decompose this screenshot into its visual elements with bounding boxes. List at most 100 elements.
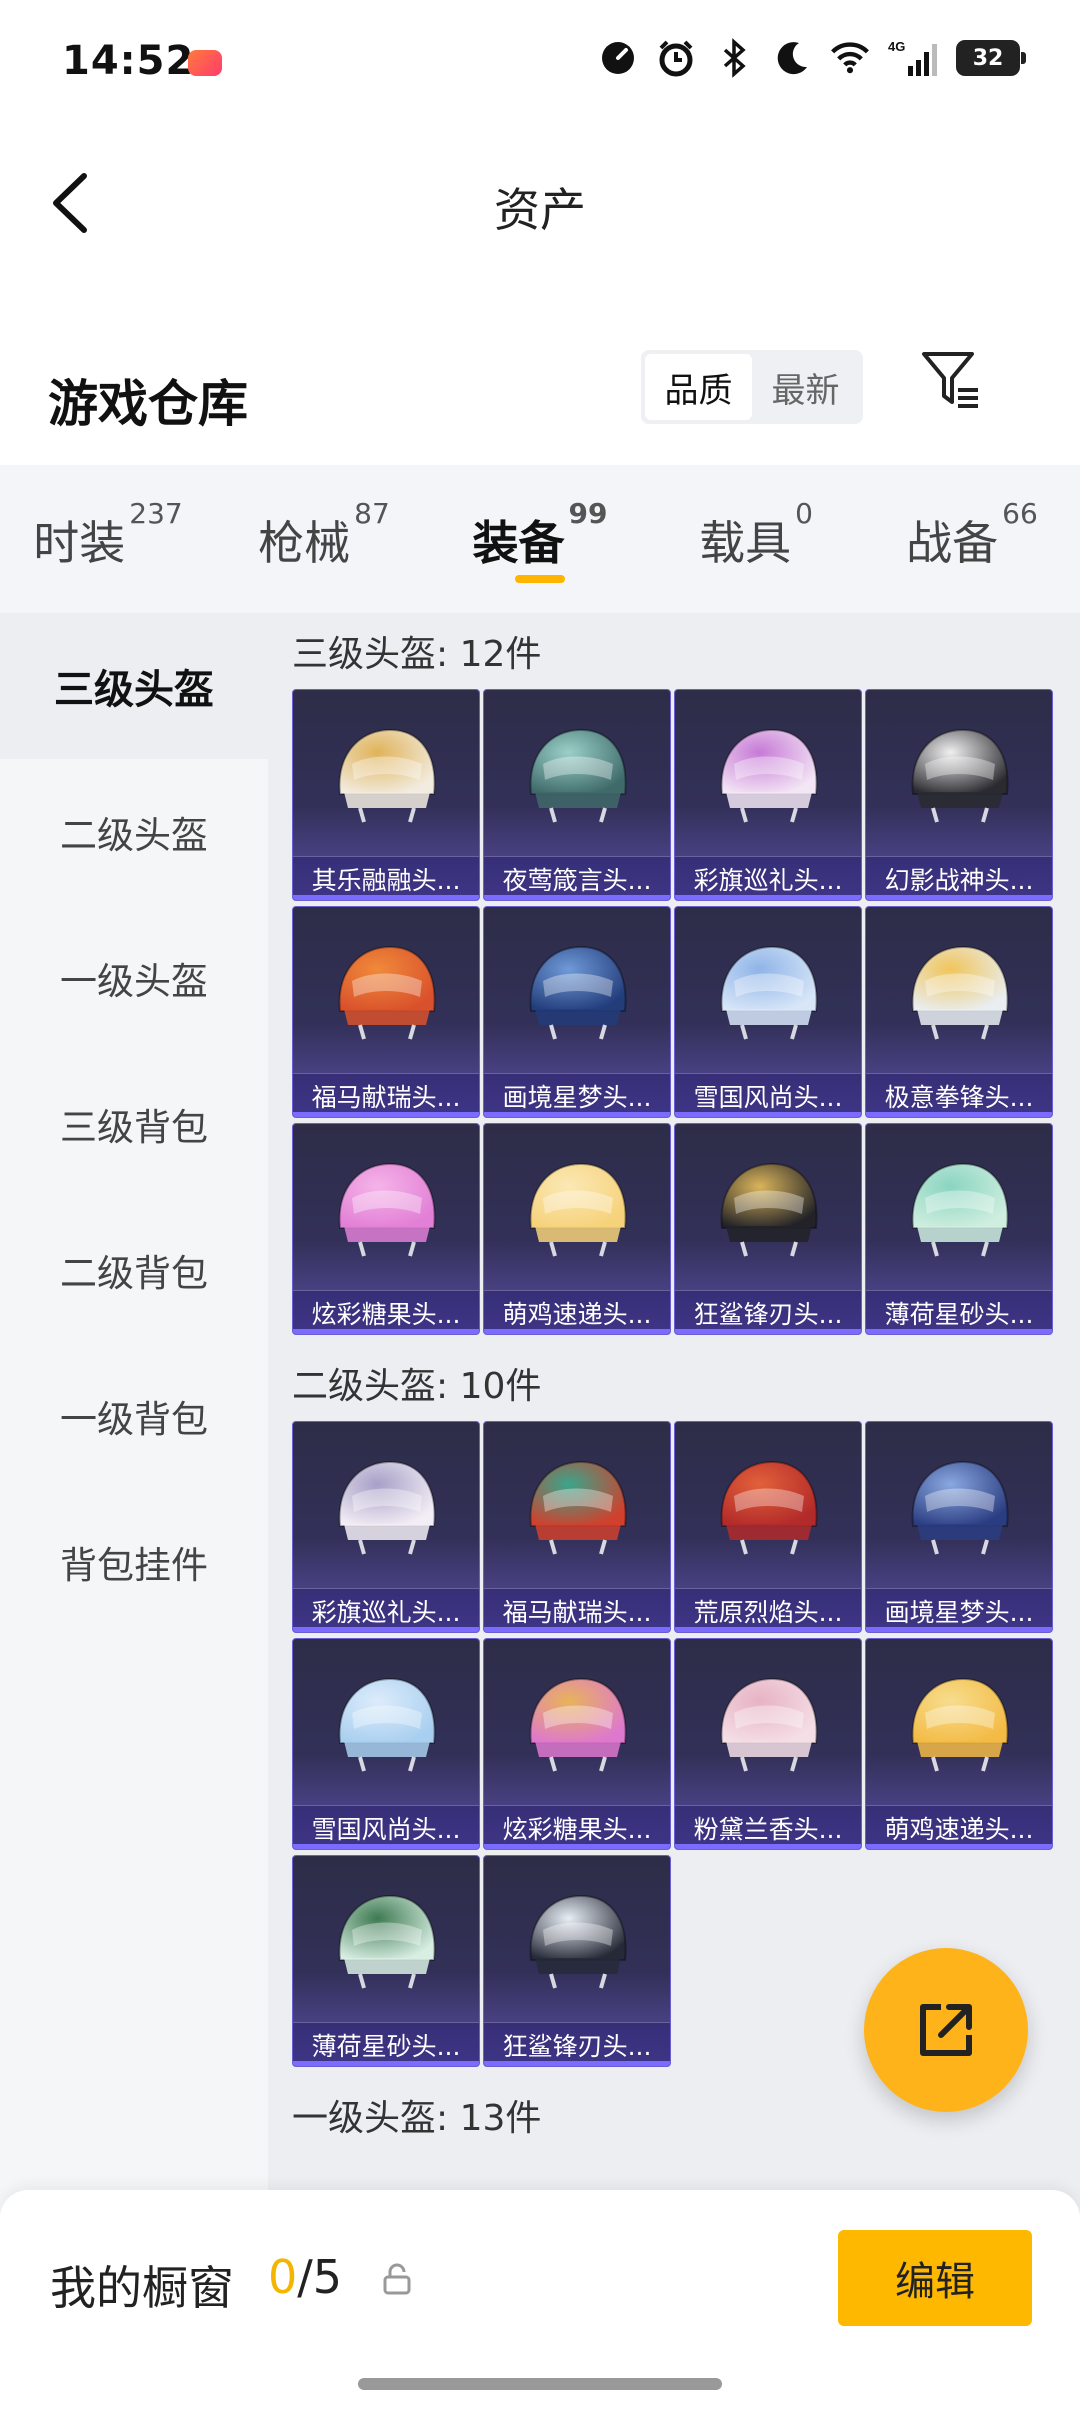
status-bar: 14:52 4G 32 — [0, 0, 1080, 130]
battery-level: 32 — [972, 45, 1004, 71]
page-title: 资产 — [494, 183, 586, 237]
item-name: 福马献瑞头... — [293, 1073, 479, 1117]
rarity-bar — [293, 2061, 479, 2066]
sidebar-item-level3-helmet[interactable]: 三级头盔 — [0, 613, 268, 759]
sidebar-item-level1-backpack[interactable]: 一级背包 — [0, 1343, 268, 1489]
game-notification-icon — [188, 50, 222, 76]
showcase-count: 0/5 — [268, 2250, 342, 2304]
tab-firearms[interactable]: 枪械 87 — [216, 465, 432, 613]
item-card[interactable]: 夜莺箴言头... — [483, 689, 671, 901]
item-name: 狂鲨锋刃头... — [675, 1290, 861, 1334]
item-name: 夜莺箴言头... — [484, 856, 670, 900]
rarity-bar — [484, 1112, 670, 1117]
item-name: 荒原烈焰头... — [675, 1588, 861, 1632]
edit-button[interactable]: 编辑 — [838, 2230, 1032, 2326]
tab-label: 时装 — [33, 516, 126, 570]
item-card[interactable]: 狂鲨锋刃头... — [674, 1123, 862, 1335]
filter-icon — [922, 352, 978, 408]
item-name: 福马献瑞头... — [484, 1588, 670, 1632]
sort-latest-button[interactable]: 最新 — [752, 354, 859, 420]
item-card[interactable]: 彩旗巡礼头... — [292, 1421, 480, 1633]
item-name: 炫彩糖果头... — [293, 1290, 479, 1334]
helmet-icon — [529, 1894, 627, 1989]
item-card[interactable]: 彩旗巡礼头... — [674, 689, 862, 901]
rarity-bar — [484, 1844, 670, 1849]
helmet-icon — [720, 1162, 818, 1257]
wifi-icon — [830, 38, 870, 78]
item-name: 画境星梦头... — [484, 1073, 670, 1117]
helmet-icon — [911, 1677, 1009, 1772]
item-card[interactable]: 雪国风尚头... — [292, 1638, 480, 1850]
rarity-bar — [293, 1329, 479, 1334]
item-name: 雪国风尚头... — [293, 1805, 479, 1849]
item-card[interactable]: 粉黛兰香头... — [674, 1638, 862, 1850]
item-card[interactable]: 雪国风尚头... — [674, 906, 862, 1118]
item-name: 萌鸡速递头... — [484, 1290, 670, 1334]
rarity-bar — [675, 1329, 861, 1334]
warehouse-header: 游戏仓库 品质 最新 — [0, 350, 1080, 460]
section-title: 二级头盔: 10件 — [292, 1366, 542, 1407]
helmet-icon — [529, 728, 627, 823]
rarity-bar — [484, 2061, 670, 2066]
helmet-icon — [529, 945, 627, 1040]
item-card[interactable]: 萌鸡速递头... — [483, 1123, 671, 1335]
item-card[interactable]: 极意拳锋头... — [865, 906, 1053, 1118]
item-card[interactable]: 薄荷星砂头... — [865, 1123, 1053, 1335]
item-name: 粉黛兰香头... — [675, 1805, 861, 1849]
item-card[interactable]: 炫彩糖果头... — [483, 1638, 671, 1850]
tab-fashion[interactable]: 时装 237 — [0, 465, 216, 613]
sidebar-item-level1-helmet[interactable]: 一级头盔 — [0, 905, 268, 1051]
item-card[interactable]: 画境星梦头... — [483, 906, 671, 1118]
item-card[interactable]: 福马献瑞头... — [292, 906, 480, 1118]
helmet-icon — [720, 1677, 818, 1772]
rarity-bar — [675, 1844, 861, 1849]
sidebar-item-level3-backpack[interactable]: 三级背包 — [0, 1051, 268, 1197]
section-title: 三级头盔: 12件 — [292, 634, 542, 675]
filter-button[interactable] — [916, 344, 986, 414]
tab-count: 99 — [568, 497, 608, 530]
rarity-bar — [293, 1627, 479, 1632]
item-card[interactable]: 幻影战神头... — [865, 689, 1053, 901]
tab-label: 装备 — [472, 516, 565, 570]
showcase-count-used: 0 — [268, 2250, 298, 2304]
nav-bar: 资产 — [0, 150, 1080, 260]
item-card[interactable]: 炫彩糖果头... — [292, 1123, 480, 1335]
do-not-disturb-moon-icon — [772, 38, 812, 78]
showcase-count-total: /5 — [297, 2250, 343, 2304]
home-indicator[interactable] — [358, 2378, 722, 2390]
item-card[interactable]: 狂鲨锋刃头... — [483, 1855, 671, 2067]
sort-toggle: 品质 最新 — [641, 350, 863, 424]
warehouse-title: 游戏仓库 — [48, 375, 248, 433]
sort-quality-button[interactable]: 品质 — [645, 354, 752, 420]
item-card[interactable]: 萌鸡速递头... — [865, 1638, 1053, 1850]
item-card[interactable]: 福马献瑞头... — [483, 1421, 671, 1633]
helmet-icon — [338, 945, 436, 1040]
item-card[interactable]: 荒原烈焰头... — [674, 1421, 862, 1633]
tab-count: 66 — [1002, 497, 1038, 530]
helmet-icon — [338, 1162, 436, 1257]
tab-count: 237 — [129, 497, 183, 530]
item-card[interactable]: 画境星梦头... — [865, 1421, 1053, 1633]
item-name: 极意拳锋头... — [866, 1073, 1052, 1117]
sidebar-item-backpack-charm[interactable]: 背包挂件 — [0, 1489, 268, 1635]
category-tabs: 时装 237 枪械 87 装备 99 载具 0 战备 66 — [0, 465, 1080, 613]
rarity-bar — [866, 1844, 1052, 1849]
item-name: 萌鸡速递头... — [866, 1805, 1052, 1849]
tab-vehicles[interactable]: 载具 0 — [648, 465, 864, 613]
sidebar-item-level2-backpack[interactable]: 二级背包 — [0, 1197, 268, 1343]
active-tab-indicator — [515, 575, 565, 583]
tab-label: 枪械 — [258, 516, 351, 570]
share-button[interactable] — [864, 1948, 1028, 2112]
network-type: 4G — [888, 39, 905, 54]
bluetooth-icon — [714, 38, 754, 78]
tab-label: 载具 — [699, 516, 792, 570]
sidebar-item-level2-helmet[interactable]: 二级头盔 — [0, 759, 268, 905]
helmet-icon — [338, 1894, 436, 1989]
item-card[interactable]: 薄荷星砂头... — [292, 1855, 480, 2067]
item-card[interactable]: 其乐融融头... — [292, 689, 480, 901]
helmet-icon — [529, 1677, 627, 1772]
tab-equipment[interactable]: 装备 99 — [432, 465, 648, 613]
status-icons: 4G 32 — [598, 38, 1026, 78]
helmet-icon — [720, 1460, 818, 1555]
tab-gear[interactable]: 战备 66 — [864, 465, 1080, 613]
